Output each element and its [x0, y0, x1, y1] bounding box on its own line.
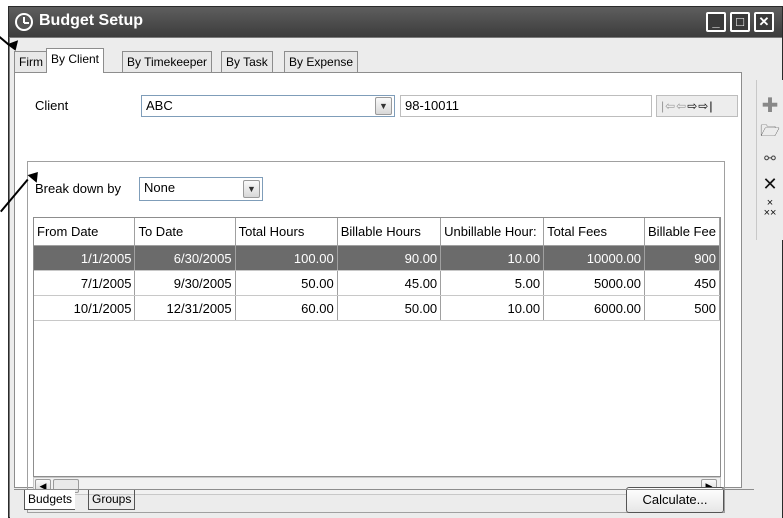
- minimize-button[interactable]: _: [706, 12, 726, 32]
- grid-header-row: From Date To Date Total Hours Billable H…: [34, 218, 720, 246]
- calculate-button[interactable]: Calculate...: [626, 487, 724, 513]
- clock-icon: [15, 13, 33, 31]
- table-row[interactable]: 7/1/2005 9/30/2005 50.00 45.00 5.00 5000…: [34, 270, 720, 296]
- budget-grid[interactable]: From Date To Date Total Hours Billable H…: [33, 217, 721, 477]
- cell-unbillable-hours[interactable]: 10.00: [440, 295, 545, 321]
- chevron-down-icon[interactable]: ▼: [243, 180, 260, 198]
- cell-total-hours[interactable]: 50.00: [235, 270, 338, 296]
- cell-billable-hours[interactable]: 50.00: [337, 295, 442, 321]
- budget-setup-window: Budget Setup _ □ ✕ Firm By Client By Tim…: [8, 6, 783, 518]
- cell-from-date[interactable]: 7/1/2005: [34, 270, 136, 296]
- cell-to-date[interactable]: 6/30/2005: [134, 245, 236, 271]
- column-header[interactable]: Total Fees: [543, 218, 646, 246]
- breakdown-select[interactable]: None ▼: [139, 177, 263, 201]
- tab-by-expense[interactable]: By Expense: [284, 51, 359, 72]
- close-button[interactable]: ✕: [754, 12, 774, 32]
- bottom-tab-divider: [14, 489, 754, 490]
- cell-total-fees[interactable]: 5000.00: [543, 270, 646, 296]
- breakdown-value: None: [144, 180, 176, 195]
- link-icon[interactable]: ⚯: [760, 148, 780, 168]
- cell-billable-hours[interactable]: 90.00: [337, 245, 442, 271]
- tab-groups[interactable]: Groups: [88, 490, 136, 510]
- breakdown-label: Break down by: [35, 181, 121, 196]
- cell-billable-fees[interactable]: 500: [644, 295, 720, 321]
- tab-by-timekeeper[interactable]: By Timekeeper: [122, 51, 213, 72]
- record-navigator: |⇦⇦⇨⇨|: [656, 95, 738, 117]
- cell-total-hours[interactable]: 100.00: [235, 245, 338, 271]
- tab-firm[interactable]: Firm: [14, 51, 48, 72]
- column-header[interactable]: Total Hours: [235, 218, 338, 246]
- cell-total-fees[interactable]: 6000.00: [543, 295, 646, 321]
- tab-by-task[interactable]: By Task: [221, 51, 273, 72]
- first-record-icon[interactable]: |⇦: [661, 99, 676, 113]
- cell-to-date[interactable]: 9/30/2005: [134, 270, 236, 296]
- client-label: Client: [35, 98, 69, 113]
- chevron-down-icon[interactable]: ▼: [375, 97, 392, 115]
- cell-unbillable-hours[interactable]: 10.00: [440, 245, 545, 271]
- client-select[interactable]: ABC ▼: [141, 95, 395, 117]
- cell-from-date[interactable]: 10/1/2005: [34, 295, 136, 321]
- matter-number-field: 98-10011: [400, 95, 652, 117]
- column-header[interactable]: Billable Hours: [337, 218, 442, 246]
- add-icon[interactable]: ✚: [760, 96, 780, 116]
- column-header[interactable]: From Date: [34, 218, 136, 246]
- title-bar[interactable]: Budget Setup _ □ ✕: [9, 7, 782, 37]
- cell-billable-fees[interactable]: 900: [644, 245, 720, 271]
- delete-icon[interactable]: ✕: [760, 174, 780, 194]
- tab-by-client[interactable]: By Client: [46, 48, 105, 73]
- cell-from-date[interactable]: 1/1/2005: [34, 245, 136, 271]
- cell-billable-fees[interactable]: 450: [644, 270, 720, 296]
- cell-unbillable-hours[interactable]: 5.00: [440, 270, 545, 296]
- tab-budgets[interactable]: Budgets: [24, 490, 76, 510]
- delete-all-icon[interactable]: × ××: [760, 198, 780, 219]
- right-toolbar: ✚ 🗁 ⚯ ✕ × ××: [756, 80, 783, 240]
- horizontal-scrollbar[interactable]: ◀ ▶: [33, 477, 721, 495]
- window-title: Budget Setup: [39, 12, 143, 29]
- maximize-button[interactable]: □: [730, 12, 750, 32]
- cell-total-fees[interactable]: 10000.00: [543, 245, 646, 271]
- open-folder-icon[interactable]: 🗁: [760, 122, 780, 142]
- next-record-icon[interactable]: ⇨: [687, 99, 698, 113]
- cell-total-hours[interactable]: 60.00: [235, 295, 338, 321]
- tab-panel: Client ABC ▼ 98-10011 |⇦⇦⇨⇨| Break down …: [14, 72, 742, 513]
- prev-record-icon[interactable]: ⇦: [676, 99, 687, 113]
- cell-billable-hours[interactable]: 45.00: [337, 270, 442, 296]
- table-row[interactable]: 1/1/2005 6/30/2005 100.00 90.00 10.00 10…: [34, 245, 720, 271]
- budget-table: From Date To Date Total Hours Billable H…: [34, 218, 720, 321]
- column-header[interactable]: Billable Fee: [644, 218, 720, 246]
- column-header[interactable]: To Date: [134, 218, 236, 246]
- column-header[interactable]: Unbillable Hour:: [440, 218, 545, 246]
- table-row[interactable]: 10/1/2005 12/31/2005 60.00 50.00 10.00 6…: [34, 295, 720, 321]
- cell-to-date[interactable]: 12/31/2005: [134, 295, 236, 321]
- client-area: Firm By Client By Timekeeper By Task By …: [10, 38, 783, 518]
- client-value: ABC: [146, 98, 173, 113]
- last-record-icon[interactable]: ⇨|: [698, 99, 713, 113]
